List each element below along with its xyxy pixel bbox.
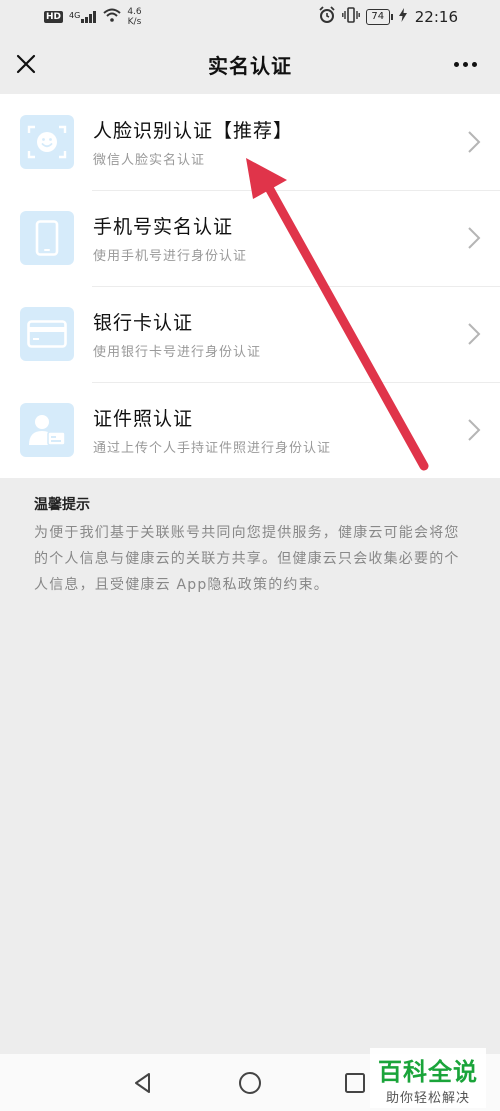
auth-item-title: 手机号实名认证 [93,216,234,238]
signal-icon: 4G [69,11,97,23]
auth-item-title: 证件照认证 [93,408,194,430]
title-bar: 实名认证 [0,34,500,94]
net-speed-value: 4.6 [127,7,142,17]
recents-square-icon [345,1073,365,1093]
watermark-sub: 助你轻松解决 [385,1091,470,1106]
auth-item-title: 人脸识别认证【推荐】 [93,120,294,142]
network-type: 4G [69,11,81,20]
auth-item-face[interactable]: 人脸识别认证【推荐】 微信人脸实名认证 [0,94,500,190]
more-button[interactable] [448,50,482,78]
auth-item-subtitle: 使用银行卡号进行身份认证 [93,345,262,360]
status-right: 74 22:16 [318,6,458,28]
charging-icon [398,8,407,26]
bank-card-icon [20,307,74,361]
alarm-icon [318,6,336,28]
battery-level: 74 [365,9,390,25]
nav-home-button[interactable] [237,1070,263,1096]
auth-item-subtitle: 微信人脸实名认证 [93,153,206,168]
auth-item-bank-card[interactable]: 银行卡认证 使用银行卡号进行身份认证 [0,286,500,382]
battery-icon: 74 [365,9,393,25]
phone-icon [20,211,74,265]
net-speed: 4.6 K/s [127,7,141,27]
auth-item-title: 银行卡认证 [93,312,194,334]
nav-back-button[interactable] [130,1070,156,1096]
vibrate-icon [341,7,360,27]
id-photo-icon [20,403,74,457]
chevron-right-icon [468,227,481,249]
nav-recents-button[interactable] [342,1070,368,1096]
privacy-tips: 温馨提示 为便于我们基于关联账号共同向您提供服务，健康云可能会将您的个人信息与健… [34,494,474,598]
status-bar: HD 4G 4.6 K/s 74 22:16 [0,0,500,34]
home-circle-icon [239,1072,261,1094]
tips-body: 为便于我们基于关联账号共同向您提供服务，健康云可能会将您的个人信息与健康云的关联… [34,525,460,593]
tips-title: 温馨提示 [34,497,90,513]
auth-item-subtitle: 使用手机号进行身份认证 [93,249,248,264]
hd-badge: HD [44,11,64,23]
page-title: 实名认证 [208,54,292,78]
chevron-right-icon [468,419,481,441]
more-icon [453,61,459,67]
auth-method-list: 人脸识别认证【推荐】 微信人脸实名认证 手机号实名认证 使用手机号进行身份认证 … [0,94,500,478]
chevron-right-icon [468,131,481,153]
watermark-main: 百科全说 [378,1058,478,1086]
chevron-right-icon [468,323,481,345]
watermark: 百科全说 助你轻松解决 [370,1048,486,1108]
clock: 22:16 [414,8,458,26]
auth-item-phone[interactable]: 手机号实名认证 使用手机号进行身份认证 [0,190,500,286]
auth-item-id-photo[interactable]: 证件照认证 通过上传个人手持证件照进行身份认证 [0,382,500,478]
back-triangle-icon [135,1073,150,1093]
status-left: HD 4G 4.6 K/s [44,7,142,27]
net-speed-unit: K/s [127,17,142,27]
wifi-icon [103,8,121,26]
face-scan-icon [20,115,74,169]
auth-item-subtitle: 通过上传个人手持证件照进行身份认证 [93,441,332,456]
